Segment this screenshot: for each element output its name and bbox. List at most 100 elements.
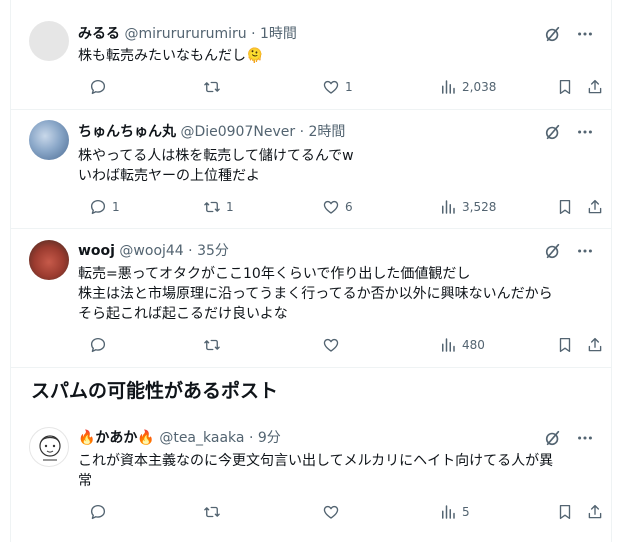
more-icon[interactable] [575,122,595,142]
post-text: これが資本主義なのに今更文句言い出してメルカリにヘイト向けてる人が異 常 [78,451,595,491]
repost-button[interactable]: 1 [203,198,234,216]
avatar[interactable] [29,120,69,160]
display-name[interactable]: 🔥かあか🔥 [78,430,155,446]
like-button[interactable] [322,503,345,521]
user-handle[interactable]: @tea_kaaka [159,430,244,446]
post[interactable]: wooj @wooj44 · 35分 転売=悪ってオタクがここ10年くらいで作り… [11,228,611,368]
display-name[interactable]: wooj [78,243,115,259]
views-button[interactable]: 3,528 [439,198,496,216]
post-header: みるる @mirurururumiru · 1時間 [78,24,595,44]
views-button[interactable]: 2,038 [439,78,496,96]
repost-icon [204,339,220,351]
bookmark-button[interactable] [556,336,574,354]
post-text: 転売=悪ってオタクがここ10年くらいで作り出した価値観だし 株主は法と市場原理に… [78,264,595,324]
share-button[interactable] [586,78,604,96]
grok-icon[interactable] [543,24,563,44]
post[interactable]: ちゅんちゅん丸 @Die0907Never · 2時間 株やってる人は株を転売し… [11,109,611,229]
post-header: 🔥かあか🔥 @tea_kaaka · 9分 [78,428,595,448]
header-icons [543,24,595,44]
post-text-line: そら起これば起こるだけ良いよな [78,306,288,322]
reply-button[interactable] [89,503,112,521]
grok-icon[interactable] [543,428,563,448]
post-time[interactable]: 2時間 [308,124,345,140]
repost-icon [204,506,220,518]
section-heading: スパムの可能性があるポスト [31,380,279,402]
like-button[interactable]: 6 [322,198,353,216]
repost-button[interactable] [203,336,226,354]
views-icon [442,505,455,519]
more-icon[interactable] [575,24,595,44]
view-count: 3,528 [462,200,497,214]
share-button[interactable] [586,336,604,354]
post[interactable]: 🔥かあか🔥 @tea_kaaka · 9分 これが資本主義なのに今更文句言い出し… [11,415,611,543]
post-text: 株やってる人は株を転売して儲けてるんでw いわば転売ヤーの上位種だよ [78,146,595,186]
post-text-line: 株やってる人は株を転売して儲けてるんでw [78,148,354,164]
user-handle[interactable]: @wooj44 [119,243,183,259]
more-icon[interactable] [575,241,595,261]
bookmark-icon [559,337,571,353]
heart-icon [323,80,339,94]
avatar[interactable] [29,427,69,467]
post-actions: 480 [78,336,602,356]
like-count: 1 [345,80,353,94]
share-icon [588,79,602,94]
more-icon[interactable] [575,428,595,448]
grok-icon[interactable] [543,241,563,261]
views-button[interactable]: 480 [439,336,485,354]
post[interactable]: みるる @mirurururumiru · 1時間 株も転売みたいなもんだし🫠 [11,0,611,110]
separator-dot: · [188,243,193,259]
share-icon [588,504,602,519]
views-icon [442,200,455,214]
heart-icon [323,338,339,352]
like-button[interactable]: 1 [322,78,353,96]
heart-icon [323,200,339,214]
reply-button[interactable] [89,78,112,96]
like-button[interactable] [322,336,345,354]
view-count: 5 [462,505,470,519]
avatar-drawing-icon [39,435,61,461]
post-actions: 1 1 6 3,528 [78,198,602,218]
post-text-line: これが資本主義なのに今更文句言い出してメルカリにヘイト向けてる人が異 [78,453,554,469]
post-time[interactable]: 1時間 [260,26,297,42]
timeline: みるる @mirurururumiru · 1時間 株も転売みたいなもんだし🫠 [10,0,612,542]
post-time[interactable]: 9分 [258,430,281,446]
bookmark-button[interactable] [556,503,574,521]
bookmark-icon [559,79,571,95]
bookmark-button[interactable] [556,198,574,216]
display-name[interactable]: みるる [78,26,120,42]
share-icon [588,199,602,214]
post-actions: 5 [78,503,602,523]
separator-dot: · [248,430,254,446]
post-text-line: 株も転売みたいなもんだし🫠 [78,48,264,64]
post-actions: 1 2,038 [78,78,602,98]
views-button[interactable]: 5 [439,503,470,521]
avatar[interactable] [29,21,69,61]
bookmark-icon [559,199,571,215]
reply-button[interactable]: 1 [89,198,120,216]
share-button[interactable] [586,198,604,216]
post-time[interactable]: 35分 [197,243,229,259]
reply-count: 1 [112,200,120,214]
header-icons [543,241,595,261]
header-icons [543,428,595,448]
avatar[interactable] [29,240,69,280]
views-icon [442,338,455,352]
header-icons [543,122,595,142]
repost-icon [204,81,220,93]
view-count: 2,038 [462,80,497,94]
reply-icon [90,79,106,95]
views-icon [442,80,455,94]
reply-button[interactable] [89,336,112,354]
bookmark-button[interactable] [556,78,574,96]
reply-icon [90,337,106,353]
user-handle[interactable]: @mirurururumiru [124,26,246,42]
grok-icon[interactable] [543,122,563,142]
repost-button[interactable] [203,78,226,96]
display-name[interactable]: ちゅんちゅん丸 [78,124,176,140]
repost-button[interactable] [203,503,226,521]
share-button[interactable] [586,503,604,521]
user-handle[interactable]: @Die0907Never [180,124,295,140]
share-icon [588,337,602,352]
post-header: ちゅんちゅん丸 @Die0907Never · 2時間 [78,122,595,142]
heart-icon [323,505,339,519]
